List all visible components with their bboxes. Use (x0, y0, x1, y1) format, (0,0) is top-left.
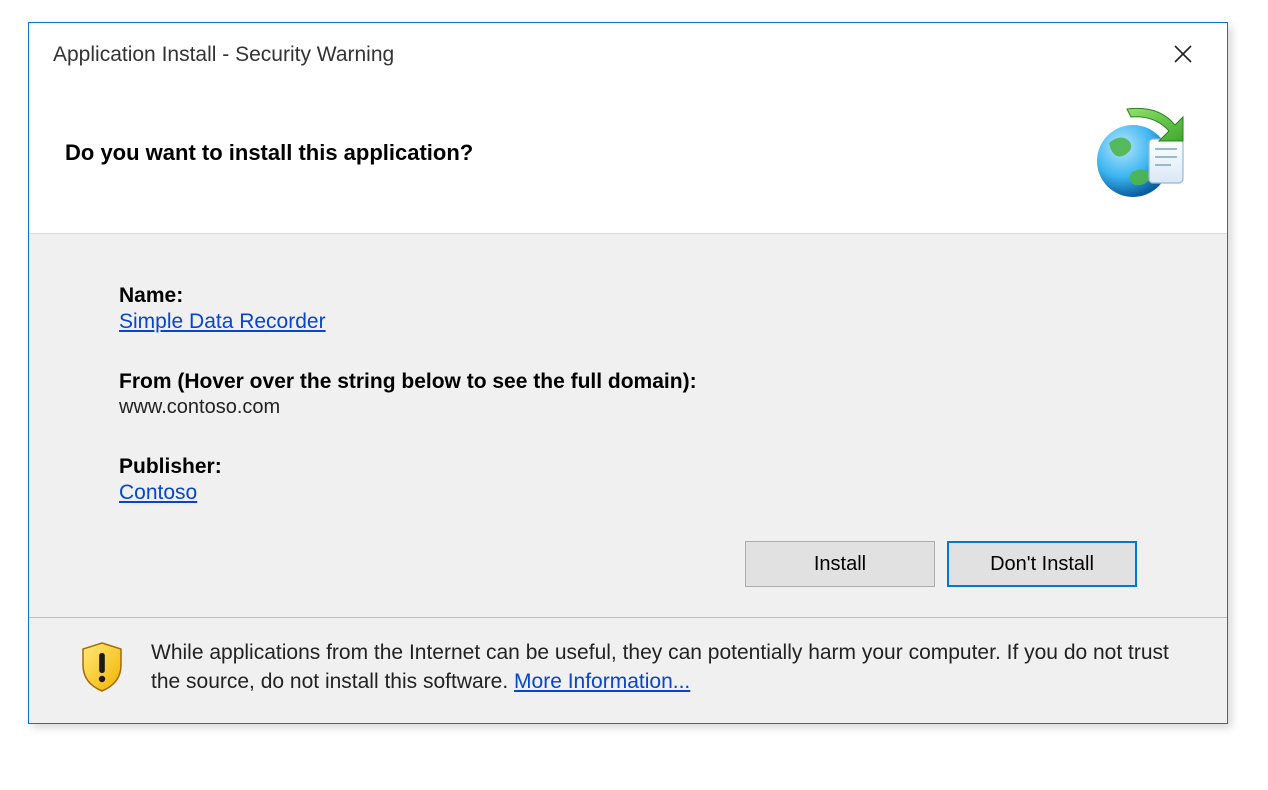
more-information-link[interactable]: More Information... (514, 670, 690, 693)
publisher-value-link[interactable]: Contoso (119, 481, 197, 504)
shield-warning-icon (79, 641, 125, 693)
footer-warning-text: While applications from the Internet can… (151, 638, 1177, 697)
dialog-header: Do you want to install this application? (29, 83, 1227, 233)
globe-install-icon (1091, 103, 1191, 203)
header-question: Do you want to install this application? (65, 140, 473, 166)
dialog-content: Name: Simple Data Recorder From (Hover o… (29, 233, 1227, 617)
close-button[interactable] (1163, 37, 1203, 73)
from-field: From (Hover over the string below to see… (119, 370, 1137, 419)
close-icon (1173, 44, 1193, 64)
security-warning-dialog: Application Install - Security Warning D… (28, 22, 1228, 724)
dialog-footer: While applications from the Internet can… (29, 617, 1227, 723)
button-row: Install Don't Install (119, 541, 1137, 587)
publisher-field: Publisher: Contoso (119, 455, 1137, 505)
publisher-label: Publisher: (119, 455, 1137, 479)
name-label: Name: (119, 284, 1137, 308)
from-value: www.contoso.com (119, 396, 1137, 419)
from-label: From (Hover over the string below to see… (119, 370, 1137, 394)
dont-install-button[interactable]: Don't Install (947, 541, 1137, 587)
dialog-title: Application Install - Security Warning (53, 43, 394, 67)
name-field: Name: Simple Data Recorder (119, 284, 1137, 334)
install-button[interactable]: Install (745, 541, 935, 587)
name-value-link[interactable]: Simple Data Recorder (119, 310, 326, 333)
titlebar: Application Install - Security Warning (29, 23, 1227, 83)
